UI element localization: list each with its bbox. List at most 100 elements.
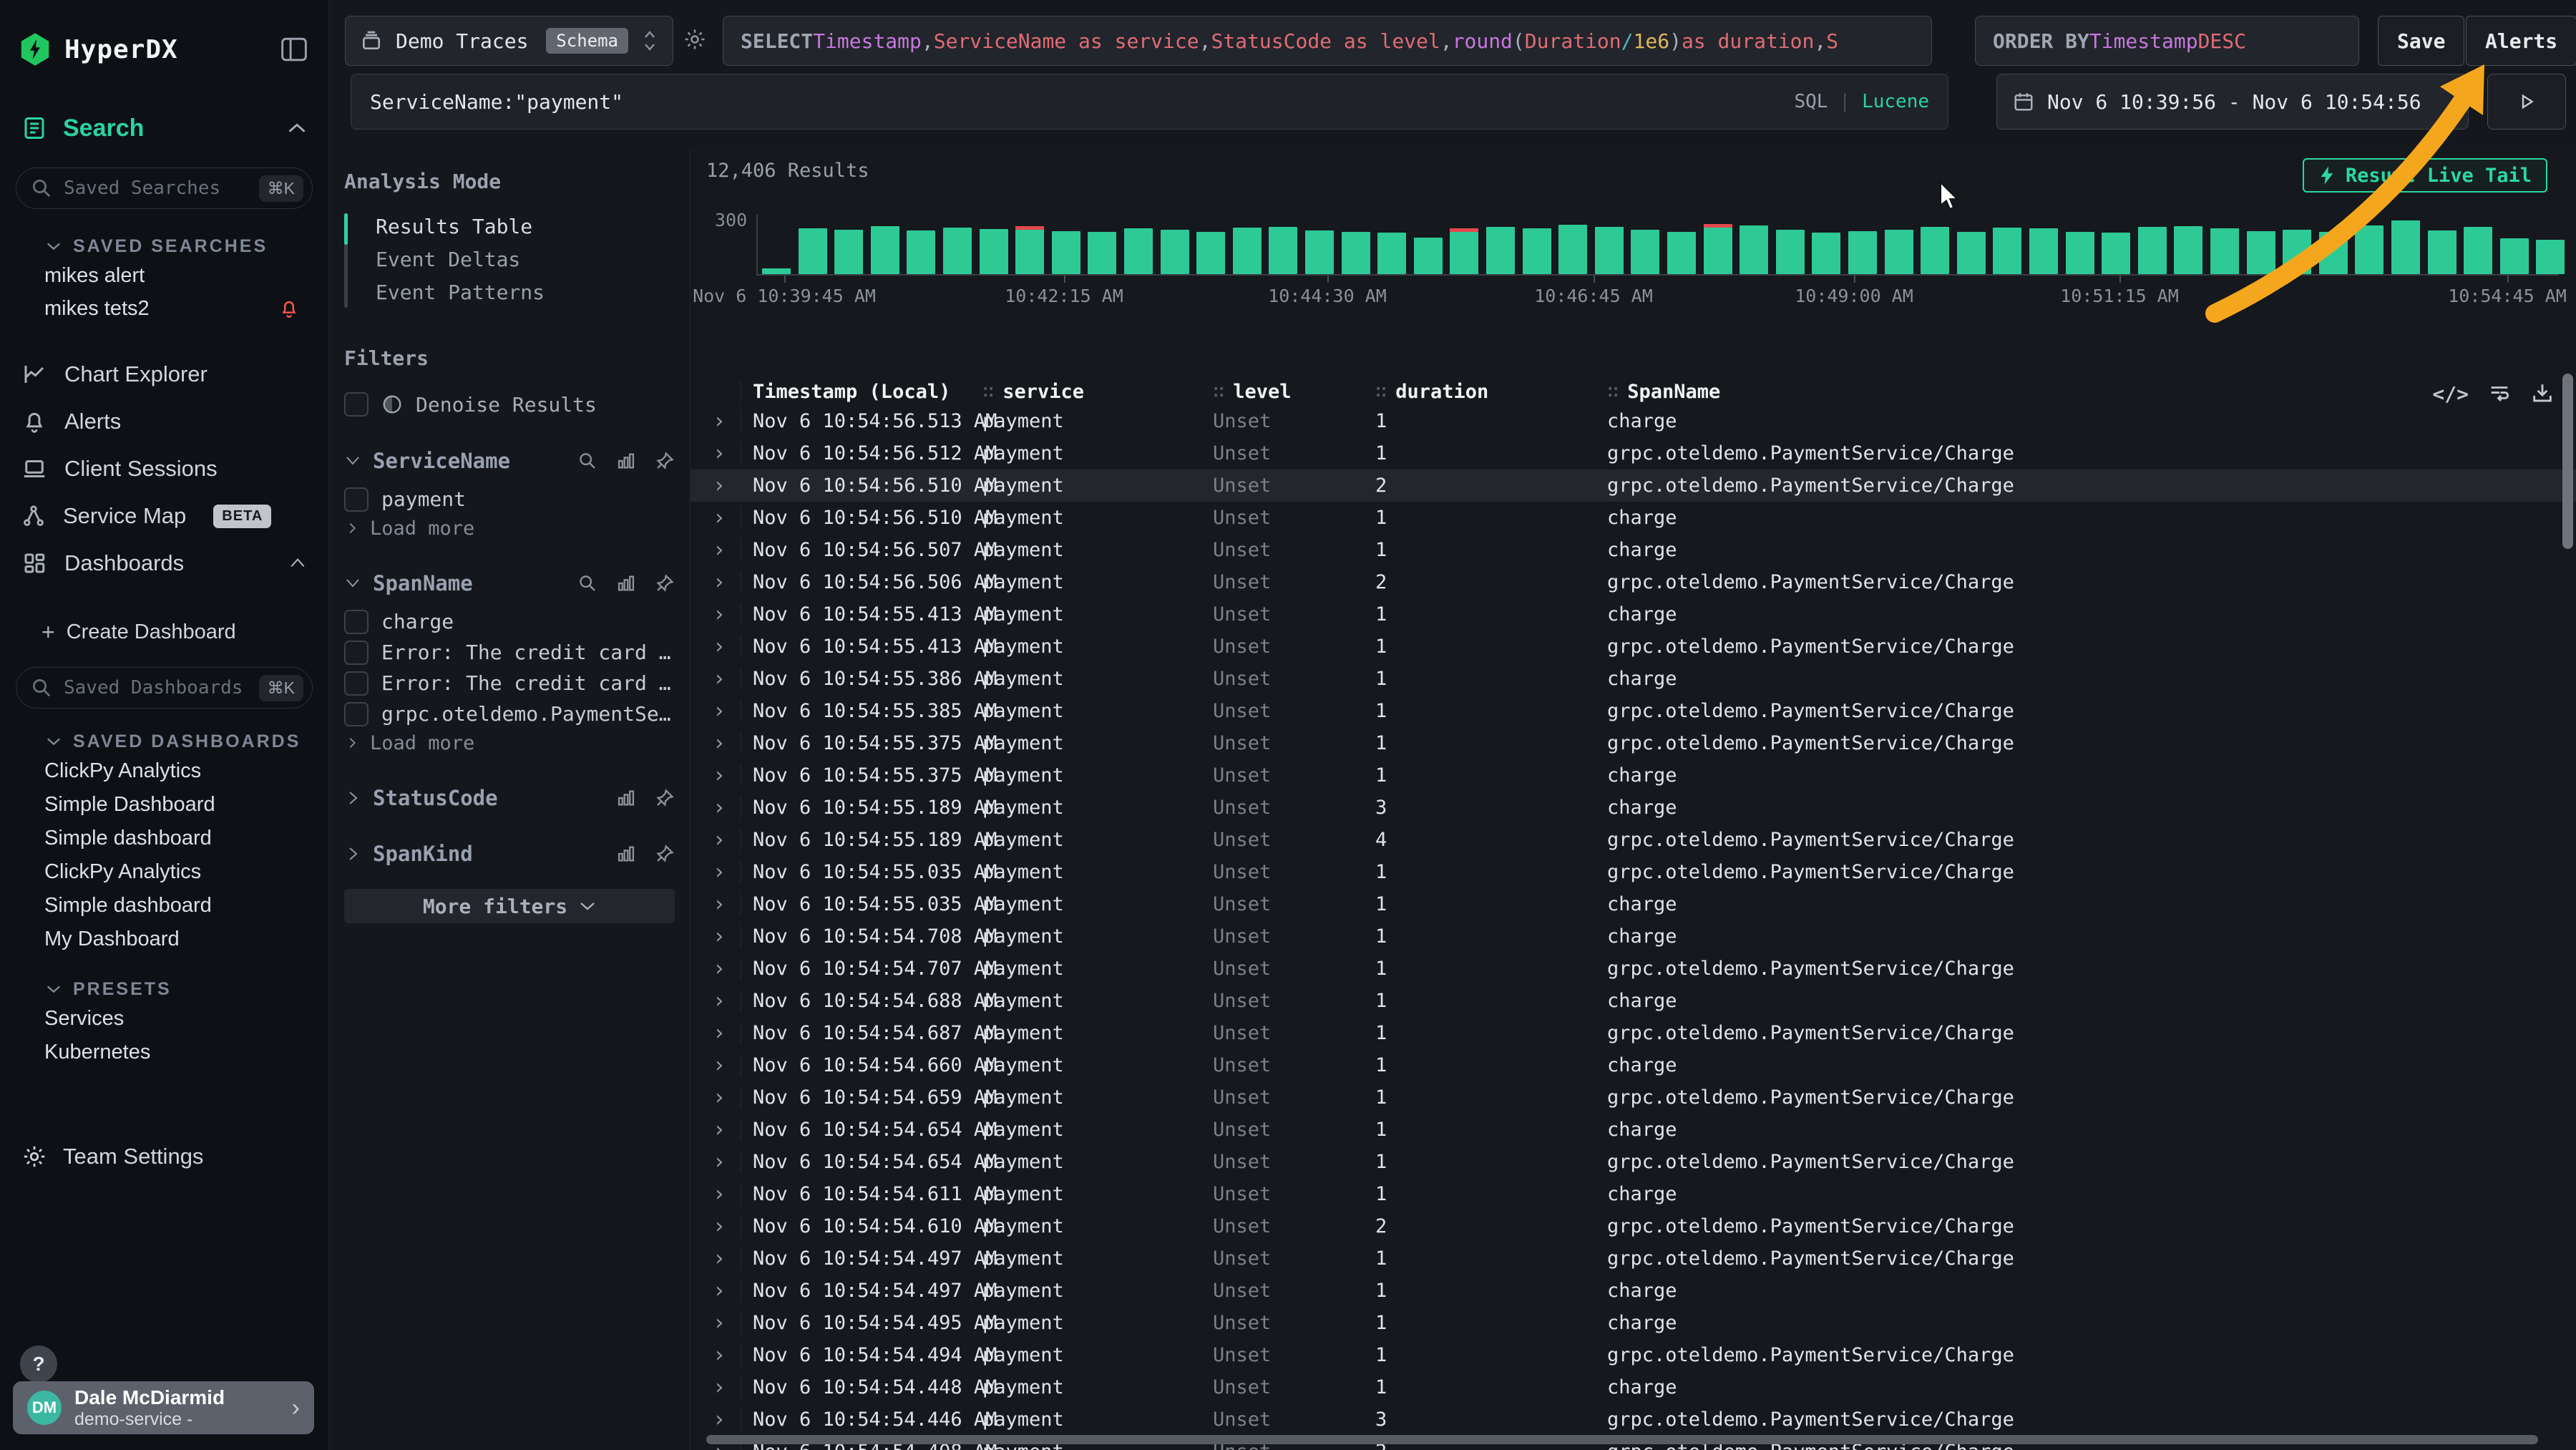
- filter-checkbox[interactable]: [344, 702, 369, 726]
- chevron-down-icon[interactable]: [344, 452, 361, 469]
- filter-group-header[interactable]: SpanKind: [344, 839, 675, 869]
- table-row[interactable]: ›Nov 6 10:54:55.386 AMpaymentUnset1charg…: [691, 663, 2576, 695]
- presets-section[interactable]: PRESETS: [0, 976, 328, 1002]
- collapse-sidebar-icon[interactable]: [280, 37, 308, 62]
- histogram-bar[interactable]: [1269, 227, 1297, 274]
- chevron-down-icon[interactable]: [344, 575, 361, 592]
- histogram-bar[interactable]: [1414, 238, 1443, 274]
- table-row[interactable]: ›Nov 6 10:54:54.497 AMpaymentUnset1charg…: [691, 1275, 2576, 1307]
- chevron-right-icon[interactable]: [344, 845, 361, 862]
- table-row[interactable]: ›Nov 6 10:54:55.385 AMpaymentUnset1grpc.…: [691, 695, 2576, 727]
- histogram-bar[interactable]: [1450, 232, 1478, 274]
- mode-sql-toggle[interactable]: SQL: [1794, 91, 1828, 112]
- histogram-bar[interactable]: [2102, 233, 2130, 274]
- row-expand-icon[interactable]: ›: [698, 1021, 741, 1046]
- histogram-bar[interactable]: [2283, 230, 2311, 274]
- more-filters-button[interactable]: More filters: [344, 889, 675, 923]
- row-expand-icon[interactable]: ›: [698, 924, 741, 949]
- search-icon[interactable]: [577, 451, 597, 471]
- column-drag-handle[interactable]: ∷: [982, 381, 994, 403]
- histogram-bar[interactable]: [834, 230, 863, 274]
- row-expand-icon[interactable]: ›: [698, 1278, 741, 1303]
- sidebar-item-chart-explorer[interactable]: Chart Explorer: [0, 351, 328, 398]
- bar-chart-icon[interactable]: [616, 788, 636, 808]
- filter-group-header[interactable]: StatusCode: [344, 783, 675, 813]
- analysis-tab-event-patterns[interactable]: Event Patterns: [344, 276, 675, 309]
- row-expand-icon[interactable]: ›: [698, 537, 741, 563]
- histogram-bar[interactable]: [1631, 230, 1659, 274]
- sidebar-item-alerts[interactable]: Alerts: [0, 398, 328, 445]
- query-settings-gear-icon[interactable]: [683, 27, 707, 52]
- histogram-bar[interactable]: [1740, 225, 1768, 274]
- row-expand-icon[interactable]: ›: [698, 795, 741, 820]
- table-row[interactable]: ›Nov 6 10:54:54.660 AMpaymentUnset1charg…: [691, 1049, 2576, 1081]
- row-expand-icon[interactable]: ›: [698, 570, 741, 595]
- run-query-button[interactable]: [2487, 74, 2566, 130]
- row-expand-icon[interactable]: ›: [698, 1407, 741, 1432]
- preset-item[interactable]: Services: [0, 1002, 328, 1036]
- column-header-timestamp-local-[interactable]: Timestamp (Local): [741, 381, 982, 403]
- histogram-bar[interactable]: [2536, 240, 2565, 274]
- table-row[interactable]: ›Nov 6 10:54:55.035 AMpaymentUnset1charg…: [691, 888, 2576, 920]
- histogram-bar[interactable]: [2355, 225, 2384, 274]
- denoise-checkbox[interactable]: [344, 392, 369, 417]
- filter-value-row[interactable]: Error: The credit card …: [344, 638, 675, 667]
- save-button[interactable]: Save: [2378, 16, 2464, 66]
- chevron-right-icon[interactable]: [344, 789, 361, 807]
- filter-checkbox[interactable]: [344, 641, 369, 665]
- row-expand-icon[interactable]: ›: [698, 1214, 741, 1239]
- histogram-bar[interactable]: [2247, 231, 2275, 274]
- pin-icon[interactable]: [655, 844, 675, 864]
- row-expand-icon[interactable]: ›: [698, 956, 741, 981]
- histogram-bar[interactable]: [2138, 227, 2167, 274]
- table-row[interactable]: ›Nov 6 10:54:56.513 AMpaymentUnset1charg…: [691, 405, 2576, 437]
- filter-value-row[interactable]: charge: [344, 607, 675, 636]
- filter-value-row[interactable]: Error: The credit card …: [344, 668, 675, 698]
- row-expand-icon[interactable]: ›: [698, 1310, 741, 1335]
- row-expand-icon[interactable]: ›: [698, 827, 741, 852]
- table-row[interactable]: ›Nov 6 10:54:56.506 AMpaymentUnset2grpc.…: [691, 566, 2576, 598]
- pin-icon[interactable]: [655, 573, 675, 593]
- pin-icon[interactable]: [655, 788, 675, 808]
- create-dashboard-button[interactable]: + Create Dashboard: [0, 615, 328, 648]
- chevron-up-icon[interactable]: [287, 122, 307, 135]
- row-expand-icon[interactable]: ›: [698, 731, 741, 756]
- table-row[interactable]: ›Nov 6 10:54:55.375 AMpaymentUnset1charg…: [691, 759, 2576, 792]
- sidebar-item-client-sessions[interactable]: Client Sessions: [0, 445, 328, 492]
- saved-dashboards-input[interactable]: Saved Dashboards ⌘K: [16, 667, 313, 709]
- histogram-bar[interactable]: [1776, 230, 1805, 274]
- table-row[interactable]: ›Nov 6 10:54:55.375 AMpaymentUnset1grpc.…: [691, 727, 2576, 759]
- row-expand-icon[interactable]: ›: [698, 1085, 741, 1110]
- saved-searches-input[interactable]: Saved Searches ⌘K: [16, 167, 313, 209]
- table-row[interactable]: ›Nov 6 10:54:54.708 AMpaymentUnset1charg…: [691, 920, 2576, 953]
- row-expand-icon[interactable]: ›: [698, 441, 741, 466]
- histogram-bar[interactable]: [1015, 230, 1044, 274]
- filter-value-row[interactable]: payment: [344, 485, 675, 514]
- histogram-bar[interactable]: [2029, 228, 2058, 274]
- preset-item[interactable]: Kubernetes: [0, 1036, 328, 1069]
- row-expand-icon[interactable]: ›: [698, 860, 741, 885]
- histogram-bar[interactable]: [1305, 230, 1334, 274]
- vertical-scrollbar[interactable]: [2562, 374, 2573, 549]
- user-menu[interactable]: DM Dale McDiarmid demo-service - ›: [13, 1381, 314, 1434]
- histogram-bar[interactable]: [1885, 230, 1913, 274]
- table-row[interactable]: ›Nov 6 10:54:56.507 AMpaymentUnset1charg…: [691, 534, 2576, 566]
- histogram-bar[interactable]: [1595, 227, 1624, 274]
- histogram-bar[interactable]: [799, 228, 827, 274]
- row-expand-icon[interactable]: ›: [698, 1117, 741, 1142]
- table-row[interactable]: ›Nov 6 10:54:55.035 AMpaymentUnset1grpc.…: [691, 856, 2576, 888]
- column-header-level[interactable]: ∷level: [1213, 381, 1375, 403]
- column-header-spanname[interactable]: ∷SpanName: [1607, 381, 2576, 403]
- row-expand-icon[interactable]: ›: [698, 473, 741, 498]
- row-expand-icon[interactable]: ›: [698, 1375, 741, 1400]
- row-expand-icon[interactable]: ›: [698, 1343, 741, 1368]
- dashboard-item[interactable]: My Dashboard: [0, 923, 328, 956]
- column-header-service[interactable]: ∷service: [982, 381, 1213, 403]
- table-row[interactable]: ›Nov 6 10:54:54.494 AMpaymentUnset1grpc.…: [691, 1339, 2576, 1371]
- table-row[interactable]: ›Nov 6 10:54:54.687 AMpaymentUnset1grpc.…: [691, 1017, 2576, 1049]
- column-drag-handle[interactable]: ∷: [1607, 381, 1619, 403]
- table-row[interactable]: ›Nov 6 10:54:56.510 AMpaymentUnset2grpc.…: [691, 469, 2576, 502]
- order-by-editor[interactable]: ORDER BY Timestamp DESC: [1975, 16, 2359, 66]
- histogram-bar[interactable]: [2428, 230, 2457, 274]
- row-expand-icon[interactable]: ›: [698, 988, 741, 1013]
